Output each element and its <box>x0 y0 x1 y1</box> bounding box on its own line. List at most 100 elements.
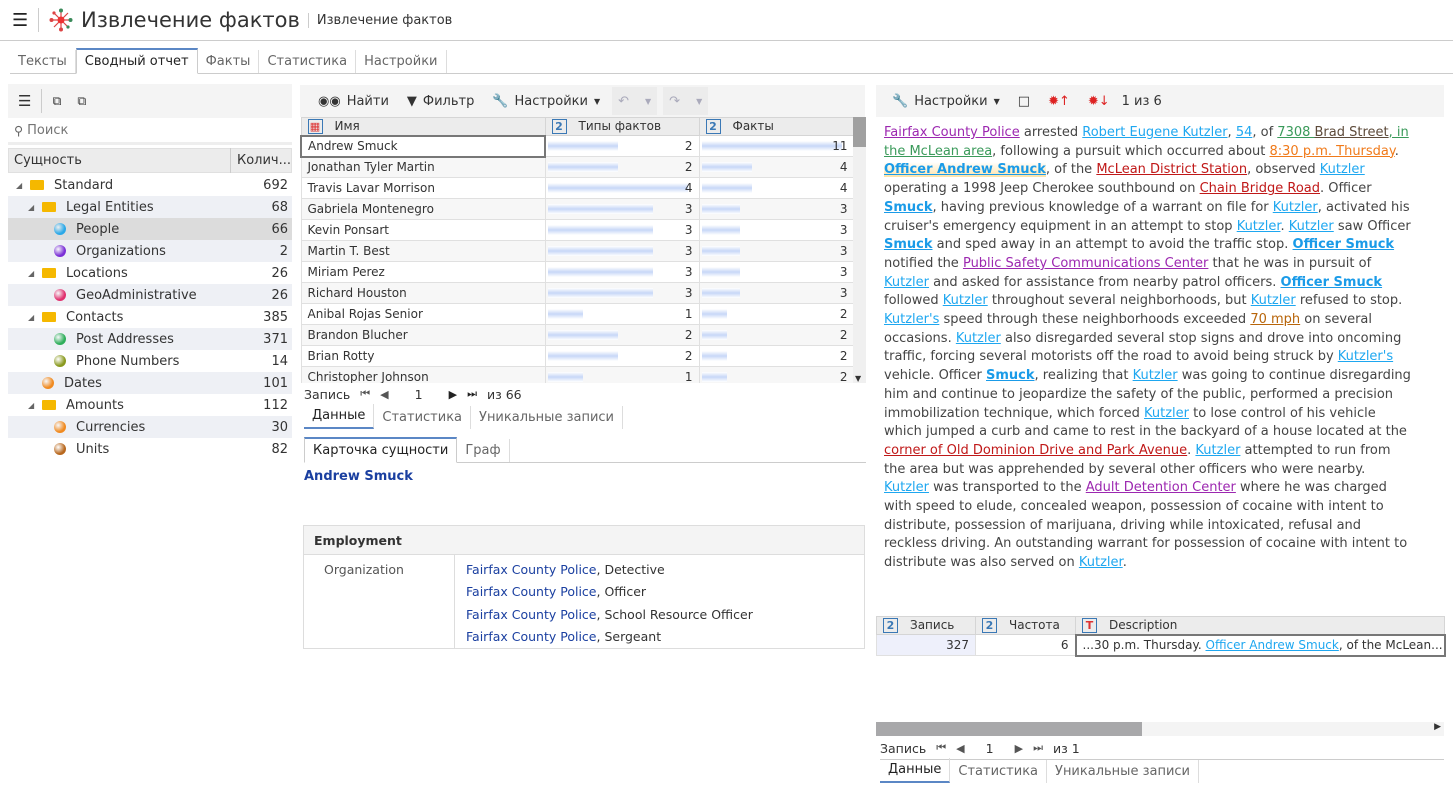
page-input[interactable]: 1 <box>975 741 1005 756</box>
next-page-icon[interactable]: ▶ <box>449 388 457 401</box>
fact-org-link[interactable]: Public Safety Communications Center <box>963 256 1208 271</box>
tree-item[interactable]: ◢ Legal Entities 68 <box>8 196 292 218</box>
facts-cell[interactable]: 4 <box>698 156 853 178</box>
facts-cell[interactable]: 3 <box>698 282 853 304</box>
tab-stats[interactable]: Статистика <box>950 760 1048 783</box>
fact-location-link[interactable]: corner of Old Dominion Drive and Park Av… <box>884 443 1187 458</box>
next-page-icon[interactable]: ▶ <box>1015 742 1023 755</box>
tree-item[interactable]: Organizations 2 <box>8 240 292 262</box>
fact-org-link[interactable]: Adult Detention Center <box>1086 480 1236 495</box>
facts-cell[interactable]: 2 <box>698 324 853 346</box>
name-cell[interactable]: Jonathan Tyler Martin <box>300 156 546 178</box>
types-cell[interactable]: 1 <box>544 366 700 383</box>
name-cell[interactable]: Christopher Johnson <box>300 366 546 383</box>
tab-statistics[interactable]: Статистика <box>259 50 357 73</box>
prev-fact-button[interactable]: ✹↑ <box>1042 94 1076 109</box>
fact-bold-link[interactable]: Officer Smuck <box>1281 275 1383 290</box>
types-cell[interactable]: 4 <box>544 177 700 199</box>
types-cell[interactable]: 3 <box>544 282 700 304</box>
tab-summary[interactable]: Сводный отчет <box>75 48 198 74</box>
tab-unique[interactable]: Уникальные записи <box>471 406 623 429</box>
fact-date-link[interactable]: 8:30 p.m. Thursday <box>1270 144 1395 159</box>
table-row[interactable]: Anibal Rojas Senior 1 2 <box>300 303 853 325</box>
facts-cell[interactable]: 2 <box>698 345 853 367</box>
fact-location-link[interactable]: McLean District Station <box>1096 162 1247 177</box>
fact-person-link[interactable]: Kutzler's <box>1338 349 1393 364</box>
organization-link[interactable]: Fairfax County Police <box>466 607 597 622</box>
types-cell[interactable]: 3 <box>544 219 700 241</box>
tree-item[interactable]: People 66 <box>8 218 292 240</box>
tree-item[interactable]: ◢ Amounts 112 <box>8 394 292 416</box>
fact-person-link[interactable]: Kutzler <box>1144 406 1189 421</box>
fact-person-link[interactable]: Kutzler <box>884 480 929 495</box>
tree-item[interactable]: ◢ Contacts 385 <box>8 306 292 328</box>
tab-stats[interactable]: Статистика <box>374 406 472 429</box>
types-cell[interactable]: 2 <box>544 135 700 157</box>
tab-facts[interactable]: Факты <box>198 50 260 73</box>
name-cell[interactable]: Anibal Rojas Senior <box>300 303 546 325</box>
expand-caret-icon[interactable]: ◢ <box>28 313 38 322</box>
prev-page-icon[interactable]: ◀ <box>380 388 388 401</box>
col-count[interactable]: Колич... <box>231 153 291 168</box>
last-page-icon[interactable]: ⏭ <box>467 387 477 401</box>
facts-cell[interactable]: 2 <box>698 366 853 383</box>
grid-scrollbar[interactable]: ▼ <box>853 117 866 383</box>
horizontal-scrollbar[interactable]: ▶ <box>876 722 1444 736</box>
list-icon[interactable]: ☰ <box>18 92 31 110</box>
settings-dropdown[interactable]: 🔧 Настройки ▼ <box>486 94 606 109</box>
fact-person-link[interactable]: Kutzler <box>956 331 1001 346</box>
name-cell[interactable]: Gabriela Montenegro <box>300 198 546 220</box>
types-cell[interactable]: 3 <box>544 240 700 262</box>
expand-all-icon[interactable]: ⧉ <box>52 93 61 109</box>
text-settings-dropdown[interactable]: 🔧 Настройки ▼ <box>886 94 1006 109</box>
tree-item[interactable]: GeoAdministrative 26 <box>8 284 292 306</box>
table-row[interactable]: Kevin Ponsart 3 3 <box>300 219 853 241</box>
expand-caret-icon[interactable]: ◢ <box>28 203 38 212</box>
tree-item[interactable]: Currencies 30 <box>8 416 292 438</box>
fact-person-link[interactable]: Kutzler <box>943 293 988 308</box>
fact-person-link[interactable]: Kutzler <box>1195 443 1240 458</box>
scroll-down-icon[interactable]: ▼ <box>855 374 861 383</box>
fact-person-link[interactable]: Robert Eugene Kutzler <box>1082 125 1227 140</box>
name-cell[interactable]: Miriam Perez <box>300 261 546 283</box>
facts-cell[interactable]: 3 <box>698 261 853 283</box>
expand-caret-icon[interactable]: ◢ <box>28 269 38 278</box>
frequency-cell[interactable]: 6 <box>975 634 1076 656</box>
fact-person-link[interactable]: Kutzler <box>1133 368 1178 383</box>
fact-location-link[interactable]: Chain Bridge Road <box>1200 181 1320 196</box>
fact-person-link[interactable]: Kutzler <box>1289 219 1334 234</box>
table-row[interactable]: Martin T. Best 3 3 <box>300 240 853 262</box>
scrollbar-thumb[interactable] <box>876 722 1142 736</box>
types-cell[interactable]: 2 <box>544 324 700 346</box>
table-row[interactable]: 327 6 ...30 p.m. Thursday. Officer Andre… <box>876 633 1446 657</box>
fact-bold-link[interactable]: Officer Smuck <box>1293 237 1395 252</box>
fact-person-link[interactable]: Kutzler <box>884 275 929 290</box>
facts-cell[interactable]: 3 <box>698 240 853 262</box>
description-cell[interactable]: ...30 p.m. Thursday. Officer Andrew Smuc… <box>1074 633 1446 657</box>
fact-org-link[interactable]: Fairfax County Police <box>884 125 1020 140</box>
next-fact-button[interactable]: ✹↓ <box>1082 94 1116 109</box>
table-row[interactable]: Brian Rotty 2 2 <box>300 345 853 367</box>
fact-bold-link[interactable]: Smuck <box>884 237 933 252</box>
col-description[interactable]: T Description <box>1075 616 1445 635</box>
types-cell[interactable]: 3 <box>544 261 700 283</box>
tree-item[interactable]: Units 82 <box>8 438 292 460</box>
table-row[interactable]: Christopher Johnson 1 2 <box>300 366 853 383</box>
find-button[interactable]: ◉◉ Найти <box>312 94 395 109</box>
fact-hl-link[interactable]: Officer Andrew Smuck <box>884 162 1046 178</box>
name-cell[interactable]: Martin T. Best <box>300 240 546 262</box>
organization-link[interactable]: Fairfax County Police <box>466 562 597 577</box>
tab-data[interactable]: Данные <box>880 758 951 783</box>
tab-entity-card[interactable]: Карточка сущности <box>304 437 458 463</box>
facts-cell[interactable]: 11 <box>698 135 853 157</box>
filter-button[interactable]: ▼ Фильтр <box>401 94 480 109</box>
fact-person-link[interactable]: Kutzler <box>1237 219 1281 234</box>
organization-link[interactable]: Fairfax County Police <box>466 584 597 599</box>
fact-person-link[interactable]: 54 <box>1236 125 1253 140</box>
table-row[interactable]: Andrew Smuck 2 11 <box>300 134 853 158</box>
table-row[interactable]: Richard Houston 3 3 <box>300 282 853 304</box>
menu-icon[interactable]: ☰ <box>12 10 28 31</box>
expand-caret-icon[interactable]: ◢ <box>16 181 26 190</box>
search-input[interactable] <box>27 123 268 138</box>
tree-search[interactable]: ⚲ <box>8 119 292 145</box>
